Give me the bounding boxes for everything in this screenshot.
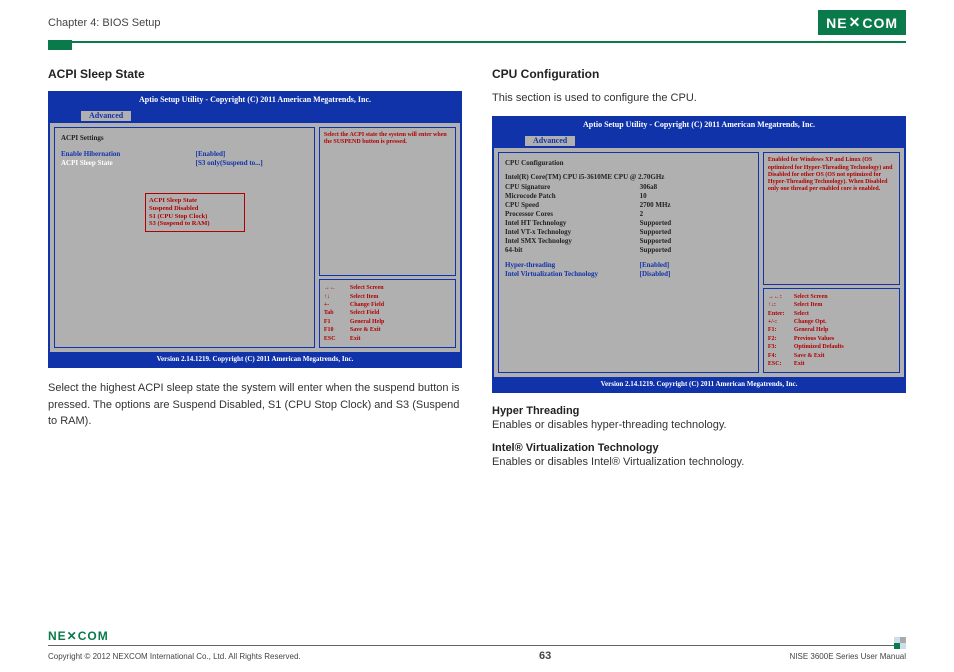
- left-column: ACPI Sleep State Aptio Setup Utility - C…: [48, 67, 462, 470]
- popup-title: ACPI Sleep State: [149, 197, 241, 205]
- chapter-label: Chapter 4: BIOS Setup: [48, 17, 161, 29]
- bios-tab-advanced[interactable]: Advanced: [80, 110, 132, 122]
- page-footer: NE✕COM Copyright © 2012 NEXCOM Internati…: [48, 629, 906, 662]
- bios-nav-pane: →←Select Screen ↑↓Select Item +-Change F…: [319, 279, 456, 348]
- bios-titlebar-cpu: Aptio Setup Utility - Copyright (C) 2011…: [494, 118, 904, 131]
- popup-opt1[interactable]: Suspend Disabled: [149, 205, 241, 213]
- acpi-sleep-state-value[interactable]: [S3 only(Suspend to...]: [196, 159, 308, 167]
- hyper-threading-option[interactable]: Hyper-threading: [505, 261, 640, 269]
- bios-main-pane-cpu: CPU Configuration Intel(R) Core(TM) CPU …: [498, 152, 759, 373]
- enable-hibernation-value[interactable]: [Enabled]: [196, 150, 308, 158]
- cpu-config-header: CPU Configuration: [505, 159, 752, 167]
- acpi-popup[interactable]: ACPI Sleep State Suspend Disabled S1 (CP…: [145, 193, 245, 232]
- intel-vt-text: Enables or disables Intel® Virtualizatio…: [492, 454, 906, 471]
- bios-titlebar: Aptio Setup Utility - Copyright (C) 2011…: [50, 93, 460, 106]
- bios-tab-row: Advanced: [50, 106, 460, 122]
- acpi-sleep-state-label[interactable]: ACPI Sleep State: [61, 159, 196, 167]
- footer-logo: NE✕COM: [48, 629, 906, 643]
- bios-panel-cpu: Aptio Setup Utility - Copyright (C) 2011…: [492, 116, 906, 393]
- popup-opt3[interactable]: S3 (Suspend to RAM): [149, 220, 241, 228]
- acpi-settings-header: ACPI Settings: [61, 134, 308, 142]
- cpu-config-subtitle: This section is used to configure the CP…: [492, 91, 906, 106]
- bios-tab-advanced-cpu[interactable]: Advanced: [524, 135, 576, 147]
- hyper-threading-text: Enables or disables hyper-threading tech…: [492, 417, 906, 434]
- footer-deco-icon-2: [894, 643, 906, 649]
- bios-help-pane: Select the ACPI state the system will en…: [319, 127, 456, 276]
- bios-footer: Version 2.14.1219. Copyright (C) 2011 Am…: [50, 352, 460, 366]
- acpi-description: Select the highest ACPI sleep state the …: [48, 380, 462, 430]
- acpi-title: ACPI Sleep State: [48, 67, 462, 81]
- side-tab-marker: [48, 40, 72, 50]
- bios-footer-cpu: Version 2.14.1219. Copyright (C) 2011 Am…: [494, 377, 904, 391]
- bios-panel-acpi: Aptio Setup Utility - Copyright (C) 2011…: [48, 91, 462, 368]
- copyright-text: Copyright © 2012 NEXCOM International Co…: [48, 652, 301, 661]
- bios-help-pane-cpu: Enabled for Windows XP and Linux (OS opt…: [763, 152, 900, 284]
- popup-opt2[interactable]: S1 (CPU Stop Clock): [149, 213, 241, 221]
- intel-vt-option[interactable]: Intel Virtualization Technology: [505, 270, 640, 278]
- bios-tab-row-cpu: Advanced: [494, 131, 904, 147]
- cpu-config-title: CPU Configuration: [492, 67, 906, 81]
- right-column: CPU Configuration This section is used t…: [492, 67, 906, 470]
- page-number: 63: [539, 650, 551, 662]
- bios-main-pane: ACPI Settings Enable Hibernation [Enable…: [54, 127, 315, 348]
- intel-vt-heading: Intel® Virtualization Technology: [492, 442, 906, 454]
- nexcom-logo: NE✕COM: [818, 10, 906, 35]
- manual-name: NISE 3600E Series User Manual: [790, 652, 907, 661]
- enable-hibernation-label[interactable]: Enable Hibernation: [61, 150, 196, 158]
- hyper-threading-heading: Hyper Threading: [492, 405, 906, 417]
- bios-nav-pane-cpu: →←:Select Screen ↑↓:Select Item Enter:Se…: [763, 288, 900, 374]
- cpu-name: Intel(R) Core(TM) CPU i5-3610ME CPU @ 2.…: [505, 173, 752, 181]
